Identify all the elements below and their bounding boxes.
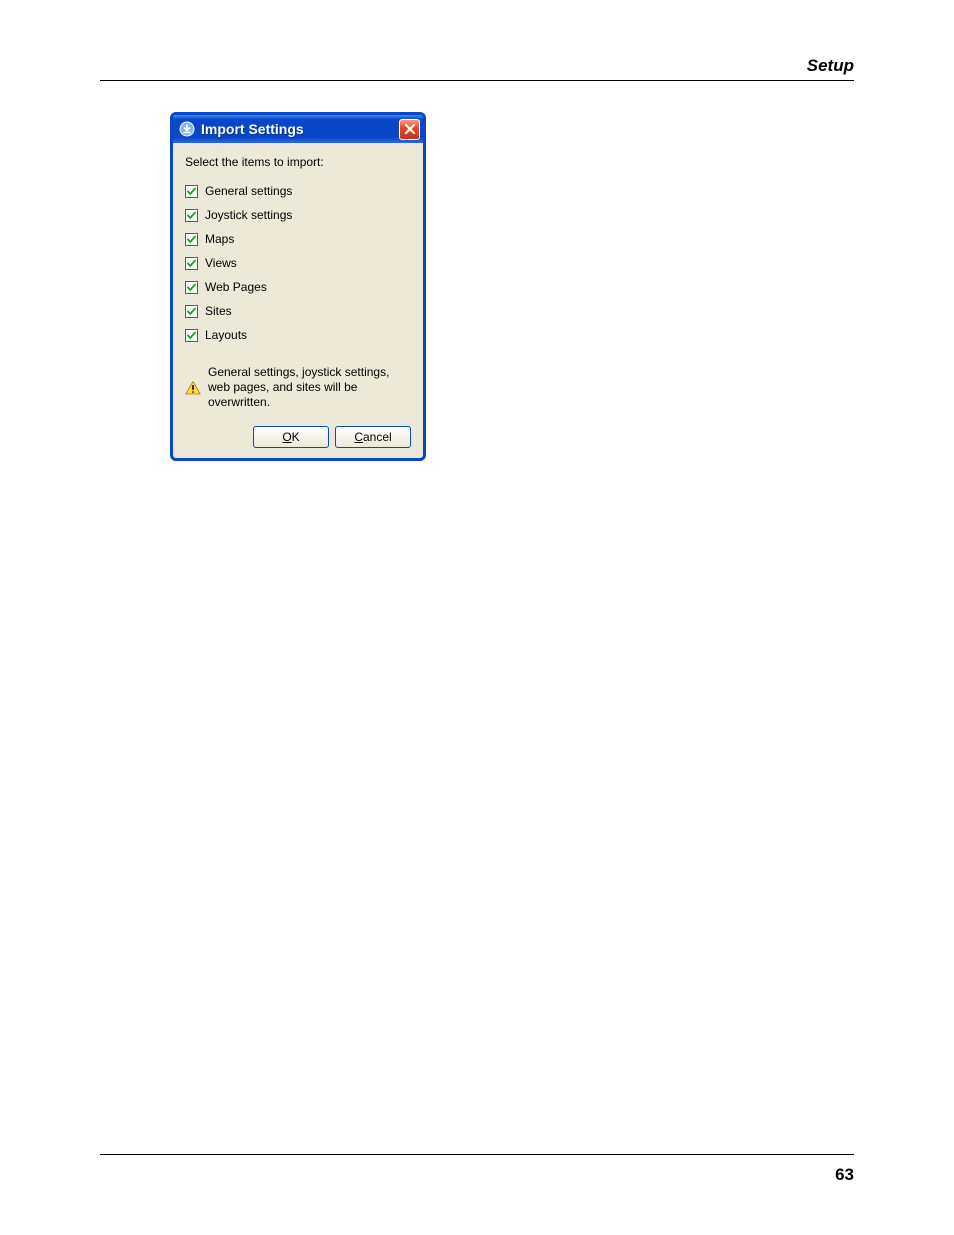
page-number: 63 (835, 1165, 854, 1185)
checkbox-row-maps: Maps (185, 227, 411, 251)
checkbox-row-general-settings: General settings (185, 179, 411, 203)
checkbox-general-settings[interactable] (185, 185, 198, 198)
prompt-text: Select the items to import: (185, 155, 411, 169)
ok-hotkey: O (282, 430, 291, 444)
checkbox-web-pages[interactable] (185, 281, 198, 294)
warning-text: General settings, joystick settings, web… (208, 365, 411, 410)
dialog-body: Select the items to import: General sett… (173, 143, 423, 458)
cancel-hotkey: C (354, 430, 363, 444)
checkbox-label: Joystick settings (205, 208, 292, 222)
checkbox-sites[interactable] (185, 305, 198, 318)
cancel-rest: ancel (363, 430, 392, 444)
checkbox-label: Sites (205, 304, 232, 318)
warning-icon (185, 381, 201, 395)
checkbox-row-web-pages: Web Pages (185, 275, 411, 299)
close-button[interactable] (399, 119, 420, 140)
header-rule (100, 80, 854, 81)
checkbox-row-sites: Sites (185, 299, 411, 323)
checkbox-label: Views (205, 256, 237, 270)
ok-button[interactable]: OK (253, 426, 329, 448)
checkbox-label: Layouts (205, 328, 247, 342)
checkbox-row-joystick-settings: Joystick settings (185, 203, 411, 227)
button-row: OK Cancel (185, 426, 411, 448)
checkbox-label: Web Pages (205, 280, 267, 294)
cancel-button[interactable]: Cancel (335, 426, 411, 448)
checkbox-joystick-settings[interactable] (185, 209, 198, 222)
checkbox-label: Maps (205, 232, 234, 246)
checkbox-layouts[interactable] (185, 329, 198, 342)
import-settings-dialog: Import Settings Select the items to impo… (170, 112, 426, 461)
titlebar: Import Settings (173, 115, 423, 143)
close-icon (404, 123, 416, 135)
page-header-section: Setup (100, 56, 854, 76)
ok-rest: K (292, 430, 300, 444)
checkbox-maps[interactable] (185, 233, 198, 246)
import-icon (179, 121, 195, 137)
warning-row: General settings, joystick settings, web… (185, 365, 411, 410)
checkbox-label: General settings (205, 184, 292, 198)
checkbox-row-views: Views (185, 251, 411, 275)
checkbox-views[interactable] (185, 257, 198, 270)
checkbox-row-layouts: Layouts (185, 323, 411, 347)
dialog-title: Import Settings (201, 121, 393, 137)
footer-rule (100, 1154, 854, 1155)
